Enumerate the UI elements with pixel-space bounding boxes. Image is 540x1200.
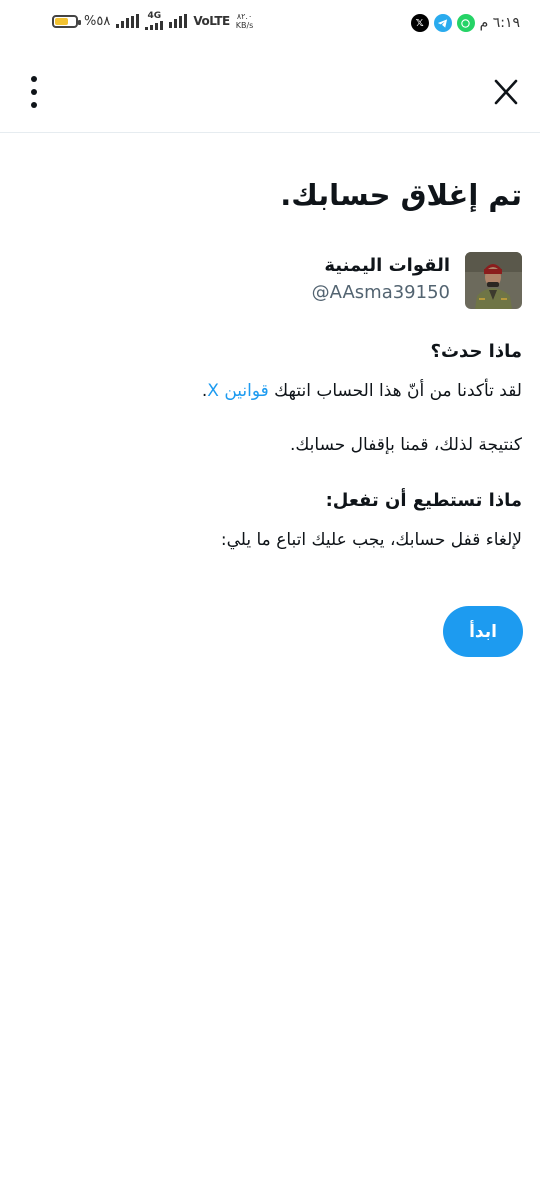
signal-icon-2: [145, 21, 164, 30]
what-to-do-heading: ماذا تستطيع أن تفعل:: [325, 490, 522, 511]
telegram-icon: [433, 14, 452, 32]
violation-text-start: لقد تأكدنا من أنّ هذا الحساب انتهك: [268, 381, 522, 401]
result-text: كنتيجة لذلك، قمنا بإقفال حسابك.: [289, 435, 522, 455]
network-type: 4G: [147, 11, 162, 21]
x-icon: 𝕏: [410, 14, 429, 32]
x-rules-link[interactable]: قوانين X: [207, 381, 269, 401]
account-handle: @AAsma39150: [311, 282, 450, 303]
what-happened-heading: ماذا حدث؟: [430, 341, 522, 362]
signal-icon: [116, 14, 140, 28]
status-left-group: %٥٨ 4G VoLTE ٨٢.٠ KB/s: [52, 12, 253, 30]
battery-percent: %٥٨: [84, 13, 111, 29]
network-speed: ٨٢.٠ KB/s: [236, 12, 254, 30]
status-right-group: 𝕏 ٦:١٩ م: [410, 14, 520, 32]
status-time: ٦:١٩ م: [479, 15, 520, 31]
status-bar: %٥٨ 4G VoLTE ٨٢.٠ KB/s 𝕏 ٦:١٩ م: [0, 0, 540, 50]
page-title: تم إغلاق حسابك.: [280, 178, 522, 212]
unlock-instructions: لإلغاء قفل حسابك، يجب عليك اتباع ما يلي:: [220, 530, 522, 550]
volte-label: VoLTE: [193, 14, 230, 28]
start-button[interactable]: ابدأ: [443, 606, 523, 657]
violation-text: لقد تأكدنا من أنّ هذا الحساب انتهك قواني…: [202, 381, 522, 401]
account-card: القوات اليمنية @AAsma39150: [18, 252, 522, 310]
more-vertical-icon[interactable]: [24, 76, 44, 108]
top-app-bar: [0, 50, 540, 133]
signal-icon-3: [169, 14, 188, 28]
x-logo-icon[interactable]: [490, 76, 522, 108]
speed-value: ٨٢.٠: [236, 12, 253, 21]
account-name: القوات اليمنية: [324, 255, 450, 276]
whatsapp-icon: [456, 14, 475, 32]
speed-unit: KB/s: [235, 21, 254, 30]
battery-icon: [52, 14, 81, 28]
avatar: [465, 252, 522, 309]
